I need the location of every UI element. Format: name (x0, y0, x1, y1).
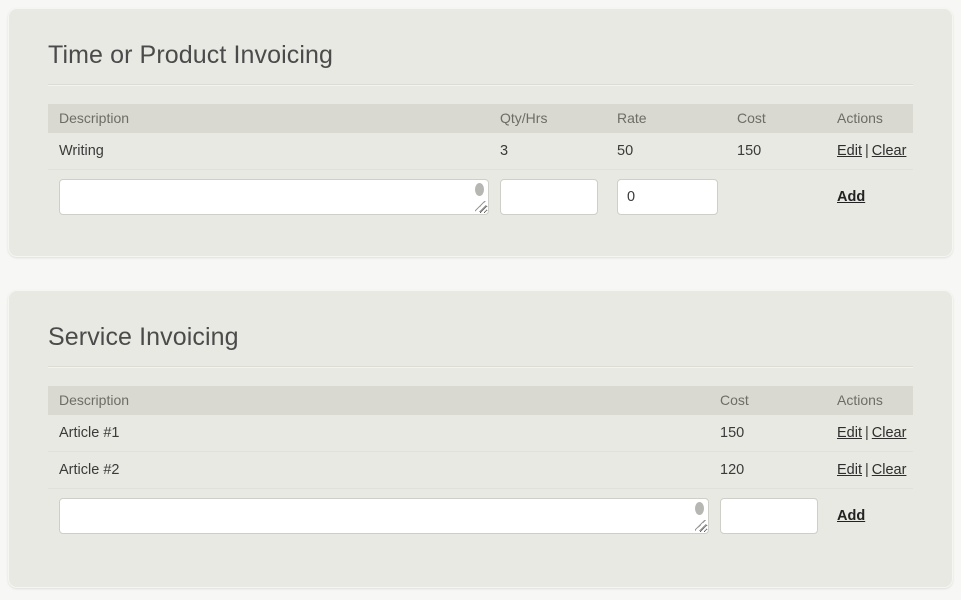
clear-link[interactable]: Clear (872, 143, 907, 159)
action-separator: | (865, 425, 869, 441)
edit-link[interactable]: Edit (837, 462, 862, 478)
card-service-invoicing: Service Invoicing Description Cost Actio… (8, 290, 953, 588)
service-invoicing-table: Description Cost Actions Article #1 150 … (48, 386, 913, 543)
action-separator: | (865, 143, 869, 159)
cell-cost: 120 (709, 451, 826, 489)
table-body: Writing 3 50 150 Edit | Clear 0 Add (48, 133, 913, 224)
cell-cost-empty (726, 169, 826, 224)
cell-description: Article #2 (48, 451, 709, 489)
description-input[interactable] (59, 498, 709, 534)
cell-rate: 50 (606, 133, 726, 170)
column-header-description: Description (48, 386, 709, 415)
cell-description-input (48, 169, 489, 224)
cell-rate-input (606, 169, 726, 224)
column-header-actions: Actions (826, 386, 913, 415)
description-textarea-wrapper (59, 498, 709, 534)
table-row: Article #1 150 Edit | Clear (48, 415, 913, 452)
column-header-cost: Cost (726, 104, 826, 133)
clear-link[interactable]: Clear (872, 462, 907, 478)
table-row: Article #2 120 Edit | Clear (48, 451, 913, 489)
cell-qty-input (489, 169, 606, 224)
time-invoicing-table: Description Qty/Hrs Rate Cost Actions Wr… (48, 104, 913, 224)
cell-actions: Edit | Clear (826, 133, 913, 170)
page-title: Time or Product Invoicing (48, 41, 334, 69)
edit-link[interactable]: Edit (837, 425, 862, 441)
title-divider (48, 84, 913, 86)
cell-description-input (48, 488, 709, 543)
description-textarea-wrapper (59, 179, 489, 215)
add-link[interactable]: Add (837, 508, 865, 524)
cell-actions: Edit | Clear (826, 451, 913, 489)
column-header-actions: Actions (826, 104, 913, 133)
table-row: Writing 3 50 150 Edit | Clear (48, 133, 913, 170)
table-header: Description Cost Actions (48, 386, 913, 415)
table-header-row: Description Cost Actions (48, 386, 913, 415)
edit-link[interactable]: Edit (837, 143, 862, 159)
table-body: Article #1 150 Edit | Clear Article #2 120… (48, 415, 913, 543)
cell-cost: 150 (709, 415, 826, 452)
column-header-cost: Cost (709, 386, 826, 415)
column-header-description: Description (48, 104, 489, 133)
add-link[interactable]: Add (837, 189, 865, 205)
table-header-row: Description Qty/Hrs Rate Cost Actions (48, 104, 913, 133)
card-time-or-product-invoicing: Time or Product Invoicing Description Qt… (8, 8, 953, 257)
table-header: Description Qty/Hrs Rate Cost Actions (48, 104, 913, 133)
qty-input[interactable] (500, 179, 598, 215)
table-new-entry-row: Add (48, 488, 913, 543)
cost-input[interactable] (720, 498, 818, 534)
cell-cost: 150 (726, 133, 826, 170)
cell-actions: Edit | Clear (826, 415, 913, 452)
cell-qty-hrs: 3 (489, 133, 606, 170)
cell-description: Article #1 (48, 415, 709, 452)
description-input[interactable] (59, 179, 489, 215)
title-divider (48, 366, 913, 368)
rate-input[interactable] (617, 179, 718, 215)
cell-description: Writing (48, 133, 489, 170)
clear-link[interactable]: Clear (872, 425, 907, 441)
column-header-qty-hrs: Qty/Hrs (489, 104, 606, 133)
page-root: Time or Product Invoicing Description Qt… (0, 0, 961, 600)
column-header-rate: Rate (606, 104, 726, 133)
cell-add-action: Add (826, 169, 913, 224)
table-new-entry-row: Add (48, 169, 913, 224)
section-title: Service Invoicing (48, 323, 239, 351)
cell-add-action: Add (826, 488, 913, 543)
action-separator: | (865, 462, 869, 478)
cell-cost-input (709, 488, 826, 543)
